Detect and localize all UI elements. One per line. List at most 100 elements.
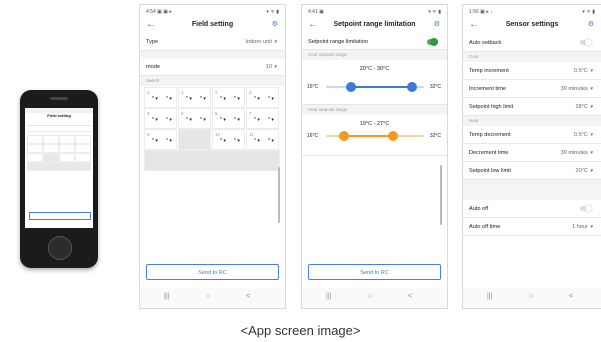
type-select[interactable]: Indoor unit ▼ <box>246 39 278 45</box>
back-icon[interactable]: < <box>246 293 250 300</box>
switch-value-b[interactable]: * ▾ <box>166 138 172 144</box>
cool-section-label: Cool setpoint range <box>308 52 348 57</box>
page-title: Field setting <box>191 21 234 28</box>
heat-low-handle[interactable] <box>339 131 350 141</box>
cool-low-handle[interactable] <box>345 82 356 92</box>
switch-value-a[interactable]: * ▾ <box>152 138 158 144</box>
switch-cell[interactable]: 2 * ▾ * ▾ <box>212 87 245 108</box>
back-icon[interactable]: < <box>569 293 573 300</box>
gear-icon[interactable]: ⚙ <box>434 20 440 28</box>
switch-value-b-text: * <box>200 96 202 102</box>
auto-off-time-select[interactable]: 1 hour ▼ <box>572 224 594 230</box>
switch-value-b[interactable]: * ▾ <box>234 138 240 144</box>
home-icon[interactable]: ○ <box>368 293 372 300</box>
switch-value-b[interactable]: * ▾ <box>268 96 274 102</box>
switch-cell[interactable]: 11 * ▾ * ▾ <box>246 129 279 150</box>
chevron-down-icon: ▼ <box>589 168 594 173</box>
temp-decrement-row[interactable]: Temp decrement 0.5°C ▼ <box>463 126 601 144</box>
mode-select[interactable]: 10 ▼ <box>266 64 278 70</box>
gear-icon[interactable]: ⚙ <box>272 20 278 28</box>
range-limit-toggle[interactable] <box>427 38 438 46</box>
switch-cell[interactable]: 7 * ▾ * ▾ <box>246 108 279 129</box>
switch-value-a[interactable]: * ▾ <box>152 117 158 123</box>
switch-number: 0 <box>147 90 150 95</box>
increment-time-row[interactable]: Increment time 30 minutes ▼ <box>463 80 601 98</box>
switch-cell[interactable]: 0 * ▾ * ▾ <box>144 87 177 108</box>
mode-label: mode <box>146 64 160 70</box>
switch-value-b[interactable]: * ▾ <box>166 96 172 102</box>
switch-value-a[interactable]: * ▾ <box>152 96 158 102</box>
scrollbar[interactable] <box>440 165 442 225</box>
switch-number: 6 <box>215 111 218 116</box>
switch-value-a[interactable]: * ▾ <box>186 96 192 102</box>
decrement-time-row[interactable]: Decrement time 30 minutes ▼ <box>463 144 601 162</box>
switch-value-b-text: * <box>234 96 236 102</box>
recent-apps-icon[interactable]: ||| <box>326 293 331 300</box>
mode-row[interactable]: mode 10 ▼ <box>140 59 285 76</box>
switch-value-b-text: * <box>166 138 168 144</box>
recent-apps-icon[interactable]: ||| <box>487 293 492 300</box>
switch-value-b[interactable]: * ▾ <box>200 117 206 123</box>
recent-apps-icon[interactable]: ||| <box>164 293 169 300</box>
auto-off-time-row[interactable]: Auto off time 1 hour ▼ <box>463 218 601 236</box>
switch-cell[interactable]: 4 * ▾ * ▾ <box>144 108 177 129</box>
home-icon[interactable]: ○ <box>206 293 210 300</box>
phone-home-button <box>48 236 72 260</box>
type-row[interactable]: Type Indoor unit ▼ <box>140 34 285 51</box>
mini-send-button <box>29 212 91 220</box>
switch-value-b[interactable]: * ▾ <box>268 138 274 144</box>
heat-section-header: Heat setpoint range <box>302 105 447 115</box>
switch-value-a[interactable]: * ▾ <box>220 117 226 123</box>
switch-value-b[interactable]: * ▾ <box>234 96 240 102</box>
android-nav-bar: ||| ○ < <box>140 288 285 308</box>
switch-value-b-text: * <box>166 96 168 102</box>
temp-decrement-select[interactable]: 0.5°C ▼ <box>574 132 594 138</box>
temp-increment-select[interactable]: 0.5°C ▼ <box>574 68 594 74</box>
heat-high-handle[interactable] <box>388 131 399 141</box>
cool-high-handle[interactable] <box>406 82 417 92</box>
switch-cell[interactable]: 8 * ▾ * ▾ <box>144 129 177 150</box>
switch-value-a[interactable]: * ▾ <box>254 117 260 123</box>
decrement-time-select[interactable]: 30 minutes ▼ <box>561 150 594 156</box>
chevron-down-icon: ▼ <box>589 224 594 229</box>
switch-value-b[interactable]: * ▾ <box>200 96 206 102</box>
status-right: ▾ ᯤ ▮ <box>582 9 595 15</box>
switch-value-a-text: * <box>220 117 222 123</box>
switch-value-a[interactable]: * ▾ <box>254 138 260 144</box>
gear-icon[interactable]: ⚙ <box>588 20 594 28</box>
switch-value-b[interactable]: * ▾ <box>166 117 172 123</box>
setpoint-low-select[interactable]: 20°C ▼ <box>575 168 594 174</box>
setpoint-high-row[interactable]: Setpoint high limit 28°C ▼ <box>463 98 601 116</box>
switch-cell[interactable]: 6 * ▾ * ▾ <box>212 108 245 129</box>
auto-off-toggle[interactable] <box>580 205 592 212</box>
scrollbar[interactable] <box>278 167 280 223</box>
increment-time-select[interactable]: 30 minutes ▼ <box>561 86 594 92</box>
switch-value-a[interactable]: * ▾ <box>220 96 226 102</box>
switch-cell-empty <box>144 150 280 171</box>
switch-value-b[interactable]: * ▾ <box>268 117 274 123</box>
switch-cell[interactable]: 3 * ▾ * ▾ <box>246 87 279 108</box>
send-to-rc-button[interactable]: Send to RC <box>146 264 279 280</box>
temp-decrement-value: 0.5°C <box>573 132 588 138</box>
switch-value-a[interactable]: * ▾ <box>254 96 260 102</box>
switch-value-a[interactable]: * ▾ <box>186 117 192 123</box>
switch-cell[interactable]: 5 * ▾ * ▾ <box>178 108 211 129</box>
chevron-down-icon: ▼ <box>589 104 594 109</box>
switch-value-a-text: * <box>152 96 154 102</box>
switch-value-b[interactable]: * ▾ <box>234 117 240 123</box>
auto-setback-toggle[interactable] <box>580 39 592 46</box>
switch-cell[interactable]: 10 * ▾ * ▾ <box>212 129 245 150</box>
setpoint-high-select[interactable]: 28°C ▼ <box>575 104 594 110</box>
heat-range-value: 19°C - 27°C <box>359 121 390 127</box>
setpoint-low-row[interactable]: Setpoint low limit 20°C ▼ <box>463 162 601 180</box>
home-icon[interactable]: ○ <box>529 293 533 300</box>
send-to-rc-button[interactable]: Send to RC <box>308 264 441 280</box>
switch-value-a[interactable]: * ▾ <box>220 138 226 144</box>
temp-increment-row[interactable]: Temp increment 0.5°C ▼ <box>463 62 601 80</box>
status-left: 4:41 ▣ <box>308 9 324 15</box>
switch-cell[interactable]: 1 * ▾ * ▾ <box>178 87 211 108</box>
back-icon[interactable]: < <box>408 293 412 300</box>
auto-setback-row: Auto setback <box>463 34 601 52</box>
switch-value-b-text: * <box>268 138 270 144</box>
header: ← Sensor settings ⚙ <box>463 18 601 33</box>
